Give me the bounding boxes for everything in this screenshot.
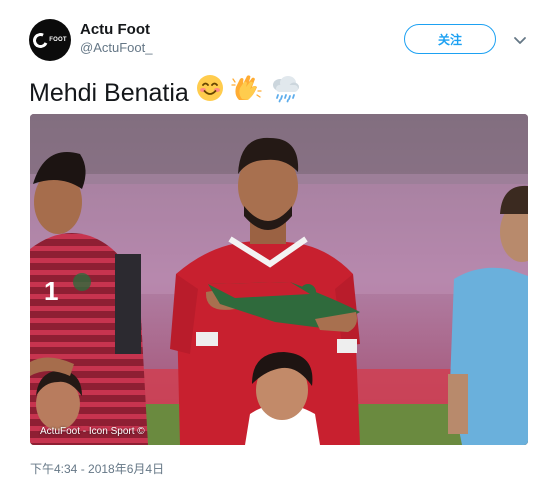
tweet-text-body: Mehdi Benatia <box>29 78 189 107</box>
photo-football-players: 1 <box>30 114 528 445</box>
tweet-text: Mehdi Benatia <box>29 73 301 112</box>
chevron-down-icon[interactable] <box>512 32 528 48</box>
cloud-with-rain-emoji <box>269 73 301 112</box>
photo-credit: ActuFoot - Icon Sport © <box>40 426 145 437</box>
avatar[interactable]: FOOT <box>29 19 71 61</box>
smiling-face-emoji <box>195 73 225 112</box>
tweet-header: FOOT Actu Foot @ActuFoot_ 关注 <box>0 0 550 64</box>
follow-button[interactable]: 关注 <box>404 24 496 54</box>
author-block[interactable]: Actu Foot @ActuFoot_ <box>80 21 152 56</box>
tweet-photo[interactable]: 1 <box>30 114 528 445</box>
tweet-timestamp[interactable]: 下午4:34 - 2018年6月4日 <box>30 460 164 477</box>
author-name[interactable]: Actu Foot <box>80 21 152 39</box>
clapping-hands-emoji <box>231 73 263 112</box>
svg-text:1: 1 <box>44 276 58 306</box>
actu-foot-logo: FOOT <box>31 30 67 50</box>
author-handle[interactable]: @ActuFoot_ <box>80 39 152 56</box>
